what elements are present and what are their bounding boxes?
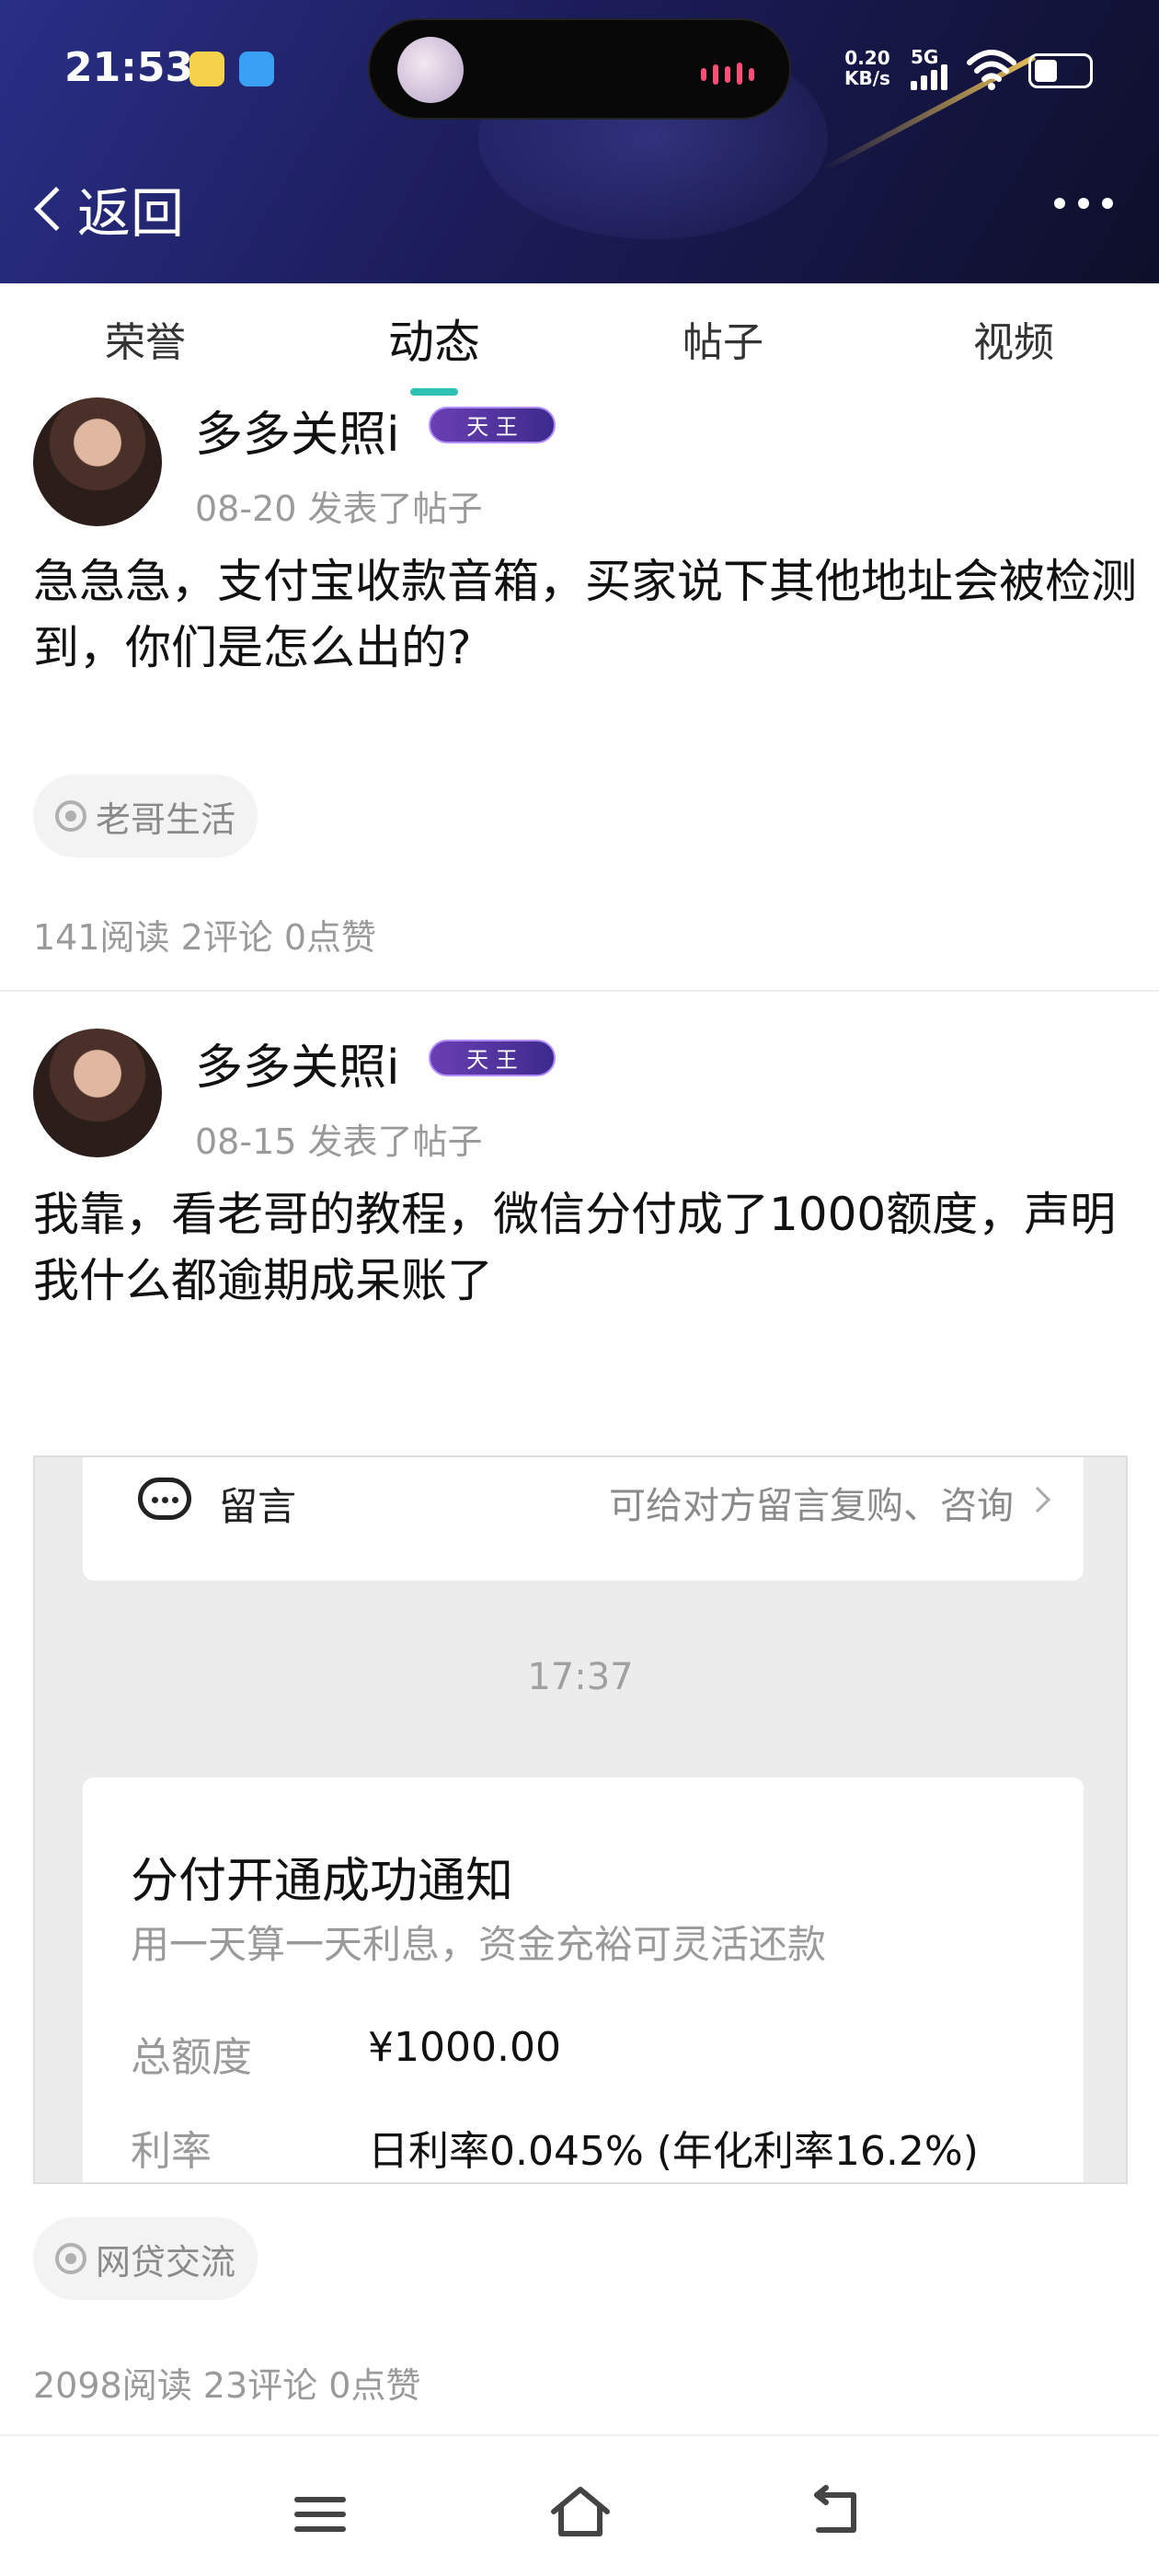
back-button[interactable]: 返回	[28, 170, 184, 247]
status-bar: 21:53 0.20 KB/s 5G	[0, 0, 1159, 138]
notification-title: 分付开通成功通知	[131, 1854, 514, 1909]
avatar[interactable]	[33, 1029, 162, 1157]
level-badge: 天 王	[429, 1040, 556, 1076]
post-image[interactable]: 留言 可给对方留言复购、咨询 17:37 分付开通成功通知 用一天算一天利息，资…	[33, 1455, 1128, 2184]
status-time: 21:53	[64, 44, 194, 91]
notification-app-icon	[189, 52, 224, 86]
tab-honor[interactable]: 荣誉	[53, 309, 237, 368]
message-label: 留言	[219, 1484, 297, 1529]
wifi-icon	[967, 50, 1016, 90]
topic-tag[interactable]: 老哥生活	[33, 775, 258, 857]
system-nav-bar	[0, 2434, 1159, 2576]
nav-bar: 返回	[0, 161, 1159, 253]
topic-icon	[55, 2243, 86, 2274]
post-content[interactable]: 我靠，看老哥的教程，微信分付成了1000额度，声明我什么都逾期成呆账了	[33, 1181, 1137, 1314]
notification-app-icon	[239, 52, 274, 86]
row-value: 日利率0.045% (年化利率16.2%)	[368, 2128, 979, 2175]
post-content[interactable]: 急急急，支付宝收款音箱，买家说下其他地址会被检测到，你们是怎么出的?	[33, 548, 1137, 681]
audio-wave-icon	[701, 63, 754, 85]
topic-tag-label: 老哥生活	[96, 799, 236, 840]
tab-bar: 荣誉 动态 帖子 视频	[0, 283, 1159, 385]
tab-videos[interactable]: 视频	[922, 309, 1106, 368]
post-meta: 08-20 发表了帖子	[195, 489, 483, 529]
more-dot-icon	[1078, 198, 1089, 209]
more-button[interactable]	[1054, 198, 1113, 209]
notification-card: 分付开通成功通知 用一天算一天利息，资金充裕可灵活还款 总额度 ¥1000.00…	[83, 1777, 1084, 2182]
more-dot-icon	[1054, 198, 1065, 209]
header: 21:53 0.20 KB/s 5G 返回	[0, 0, 1159, 283]
signal-icon	[911, 64, 947, 90]
row-key: 利率	[131, 2128, 212, 2175]
menu-icon[interactable]	[294, 2497, 346, 2541]
net-speed: 0.20 KB/s	[844, 48, 890, 88]
tab-activity[interactable]: 动态	[342, 305, 526, 372]
back-icon[interactable]	[809, 2484, 865, 2539]
message-hint: 可给对方留言复购、咨询	[609, 1485, 1014, 1527]
topic-tag-label: 网贷交流	[96, 2241, 236, 2283]
divider	[0, 990, 1159, 992]
author-name[interactable]: 多多关照i	[195, 396, 399, 465]
dynamic-island[interactable]	[368, 18, 791, 120]
row-value: ¥1000.00	[368, 2024, 561, 2071]
topic-icon	[55, 800, 86, 832]
level-badge: 天 王	[429, 407, 556, 443]
net-speed-unit: KB/s	[844, 67, 890, 89]
active-tab-indicator	[410, 388, 458, 396]
post-card[interactable]: 多多关照i 天 王 08-20 发表了帖子 急急急，支付宝收款音箱，买家说下其他…	[0, 396, 1159, 990]
avatar[interactable]	[33, 397, 162, 526]
message-time: 17:37	[527, 1656, 634, 1698]
author-name[interactable]: 多多关照i	[195, 1029, 399, 1098]
chat-bubble-icon	[138, 1478, 191, 1520]
more-dot-icon	[1102, 198, 1113, 209]
battery-icon	[1028, 53, 1093, 88]
topic-tag[interactable]: 网贷交流	[33, 2217, 258, 2300]
post-stats: 2098阅读 23评论 0点赞	[33, 2365, 421, 2406]
message-card: 留言 可给对方留言复购、咨询	[83, 1457, 1084, 1581]
back-label: 返回	[77, 182, 185, 245]
music-cover-icon	[397, 37, 464, 103]
row-key: 总额度	[131, 2034, 252, 2081]
notification-subtitle: 用一天算一天利息，资金充裕可灵活还款	[131, 1922, 827, 1967]
net-speed-value: 0.20	[844, 47, 890, 69]
chevron-left-icon	[33, 186, 79, 232]
post-meta: 08-15 发表了帖子	[195, 1121, 483, 1162]
home-icon[interactable]	[548, 2484, 613, 2539]
tab-posts[interactable]: 帖子	[631, 309, 815, 368]
post-stats: 141阅读 2评论 0点赞	[33, 917, 377, 958]
chevron-right-icon	[1024, 1486, 1051, 1513]
